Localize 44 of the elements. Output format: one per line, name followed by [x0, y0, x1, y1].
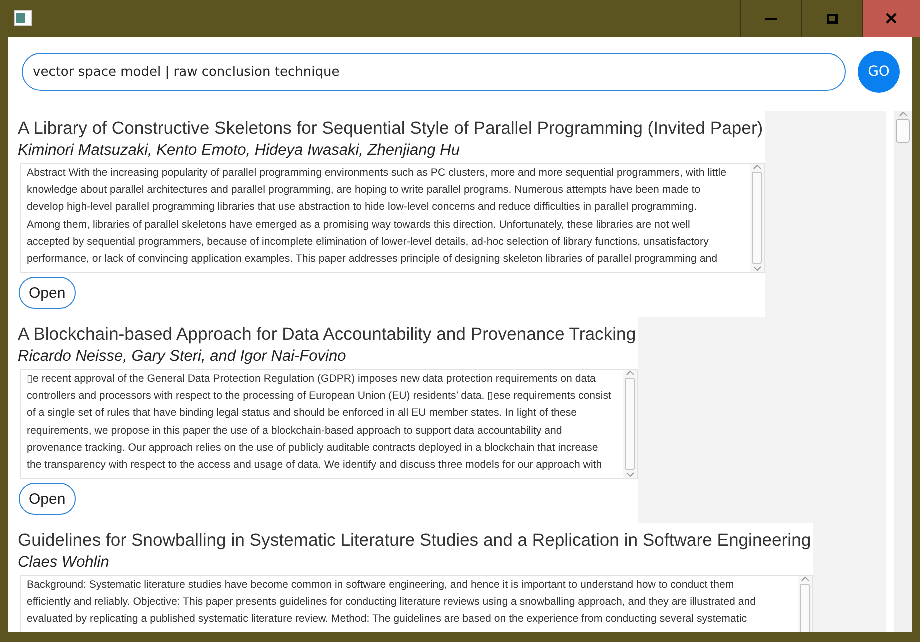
abstract-scrollbar[interactable]	[623, 370, 638, 478]
abstract-text: provenance tracking. Our approach relies on the use of publicly auditable contracts deployed in a blockchain that increase	[27, 440, 600, 456]
scroll-up-icon[interactable]	[898, 111, 908, 117]
paper-authors: Claes Wohlin	[17, 553, 110, 573]
close-button[interactable]	[862, 0, 920, 37]
open-button[interactable]: Open	[19, 483, 76, 515]
scroll-thumb[interactable]	[896, 119, 910, 143]
abstract-text: Among them, libraries of parallel skeletons have emerged as a promising way towards this direction. Unfortunately, these libraries are not well	[27, 218, 692, 233]
app-icon	[14, 10, 32, 26]
abstract-box[interactable]	[20, 163, 766, 273]
scroll-down-icon[interactable]	[626, 472, 635, 478]
open-button[interactable]: Open	[19, 277, 76, 309]
minimize-icon	[765, 16, 777, 20]
scroll-up-icon[interactable]	[752, 164, 762, 170]
abstract-text: the transparency with respect to the access and usage of data. We identify and discuss three models for our approach with	[27, 458, 604, 474]
scroll-thumb[interactable]	[752, 172, 762, 264]
paper-title: A Blockchain-based Approach for Data Accountability and Provenance Tracking	[17, 323, 638, 346]
abstract-text: performance, or lack of convincing application examples. This paper addresses principle of designing skeleton libraries of parallel programming and	[27, 252, 719, 268]
abstract-text: ▯e recent approval of the General Data Protection Regulation (GDPR) imposes new data protection requirements on data	[27, 372, 597, 387]
abstract-text: of a single set of rules that have binding legal status and should be enforced in all EU member states. In light of these	[27, 406, 578, 422]
abstract-text: efficiently and reliably. Objective: This paper presents guidelines for conducting literature reviews using a snowballing approach, and they are illustrated and	[27, 595, 758, 610]
abstract-text: Abstract With the increasing popularity of parallel programming environments such as PC clusters, more and more sequential programmers, with little	[27, 166, 728, 181]
abstract-text: accepted by sequential programmers, because of incomplete elimination of lower-level details, ad-hoc selection of library functions, unsatisfactory	[27, 234, 710, 250]
abstract-text: develop high-level parallel programming libraries that use abstraction to hide low-level concerns and reduce difficulties in parallel programming.	[27, 200, 698, 216]
search-field[interactable]: vector space model | raw conclusion technique	[22, 53, 846, 91]
scroll-thumb[interactable]	[625, 378, 636, 470]
paper-title: Guidelines for Snowballing in Systematic Literature Studies and a Replication in Software Engineering	[17, 529, 812, 552]
list-scrollbar[interactable]	[894, 111, 912, 632]
abstract-text: knowledge about parallel architectures and parallel programming, are hoping to write parallel programs. Numerous attempts have been made to	[27, 183, 702, 198]
scroll-down-icon[interactable]	[752, 266, 762, 272]
paper-title: A Library of Constructive Skeletons for Sequential Style of Parallel Programming (Invited Paper)	[17, 117, 764, 140]
scroll-up-icon[interactable]	[626, 370, 635, 376]
abstract-text: controllers and processors with respect to the processing of European Union (EU) residents’ data. ▯ese requirements consist	[27, 389, 612, 404]
paper-authors: Ricardo Neisse, Gary Steri, and Igor Nai-Fovino	[17, 347, 348, 367]
abstract-text: requirements, we propose in this paper the use of a blockchain-based approach to support data accountability and	[27, 424, 564, 439]
abstract-text: Background: Systematic literature studies have become common in software engineering, and hence it is important to understand how to conduct them	[27, 578, 736, 593]
abstract-text: evaluated by replicating a published systematic literature review. Method: The guidelines are based on the experience from conducting several systematic	[27, 612, 748, 628]
abstract-scrollbar[interactable]	[750, 164, 764, 272]
scroll-up-icon[interactable]	[800, 576, 810, 582]
go-button[interactable]: GO	[858, 51, 900, 93]
close-icon	[886, 13, 897, 24]
abstract-box[interactable]	[20, 369, 638, 479]
maximize-icon	[826, 14, 838, 24]
paper-authors: Kiminori Matsuzaki, Kento Emoto, Hideya Iwasaki, Zhenjiang Hu	[17, 141, 461, 161]
